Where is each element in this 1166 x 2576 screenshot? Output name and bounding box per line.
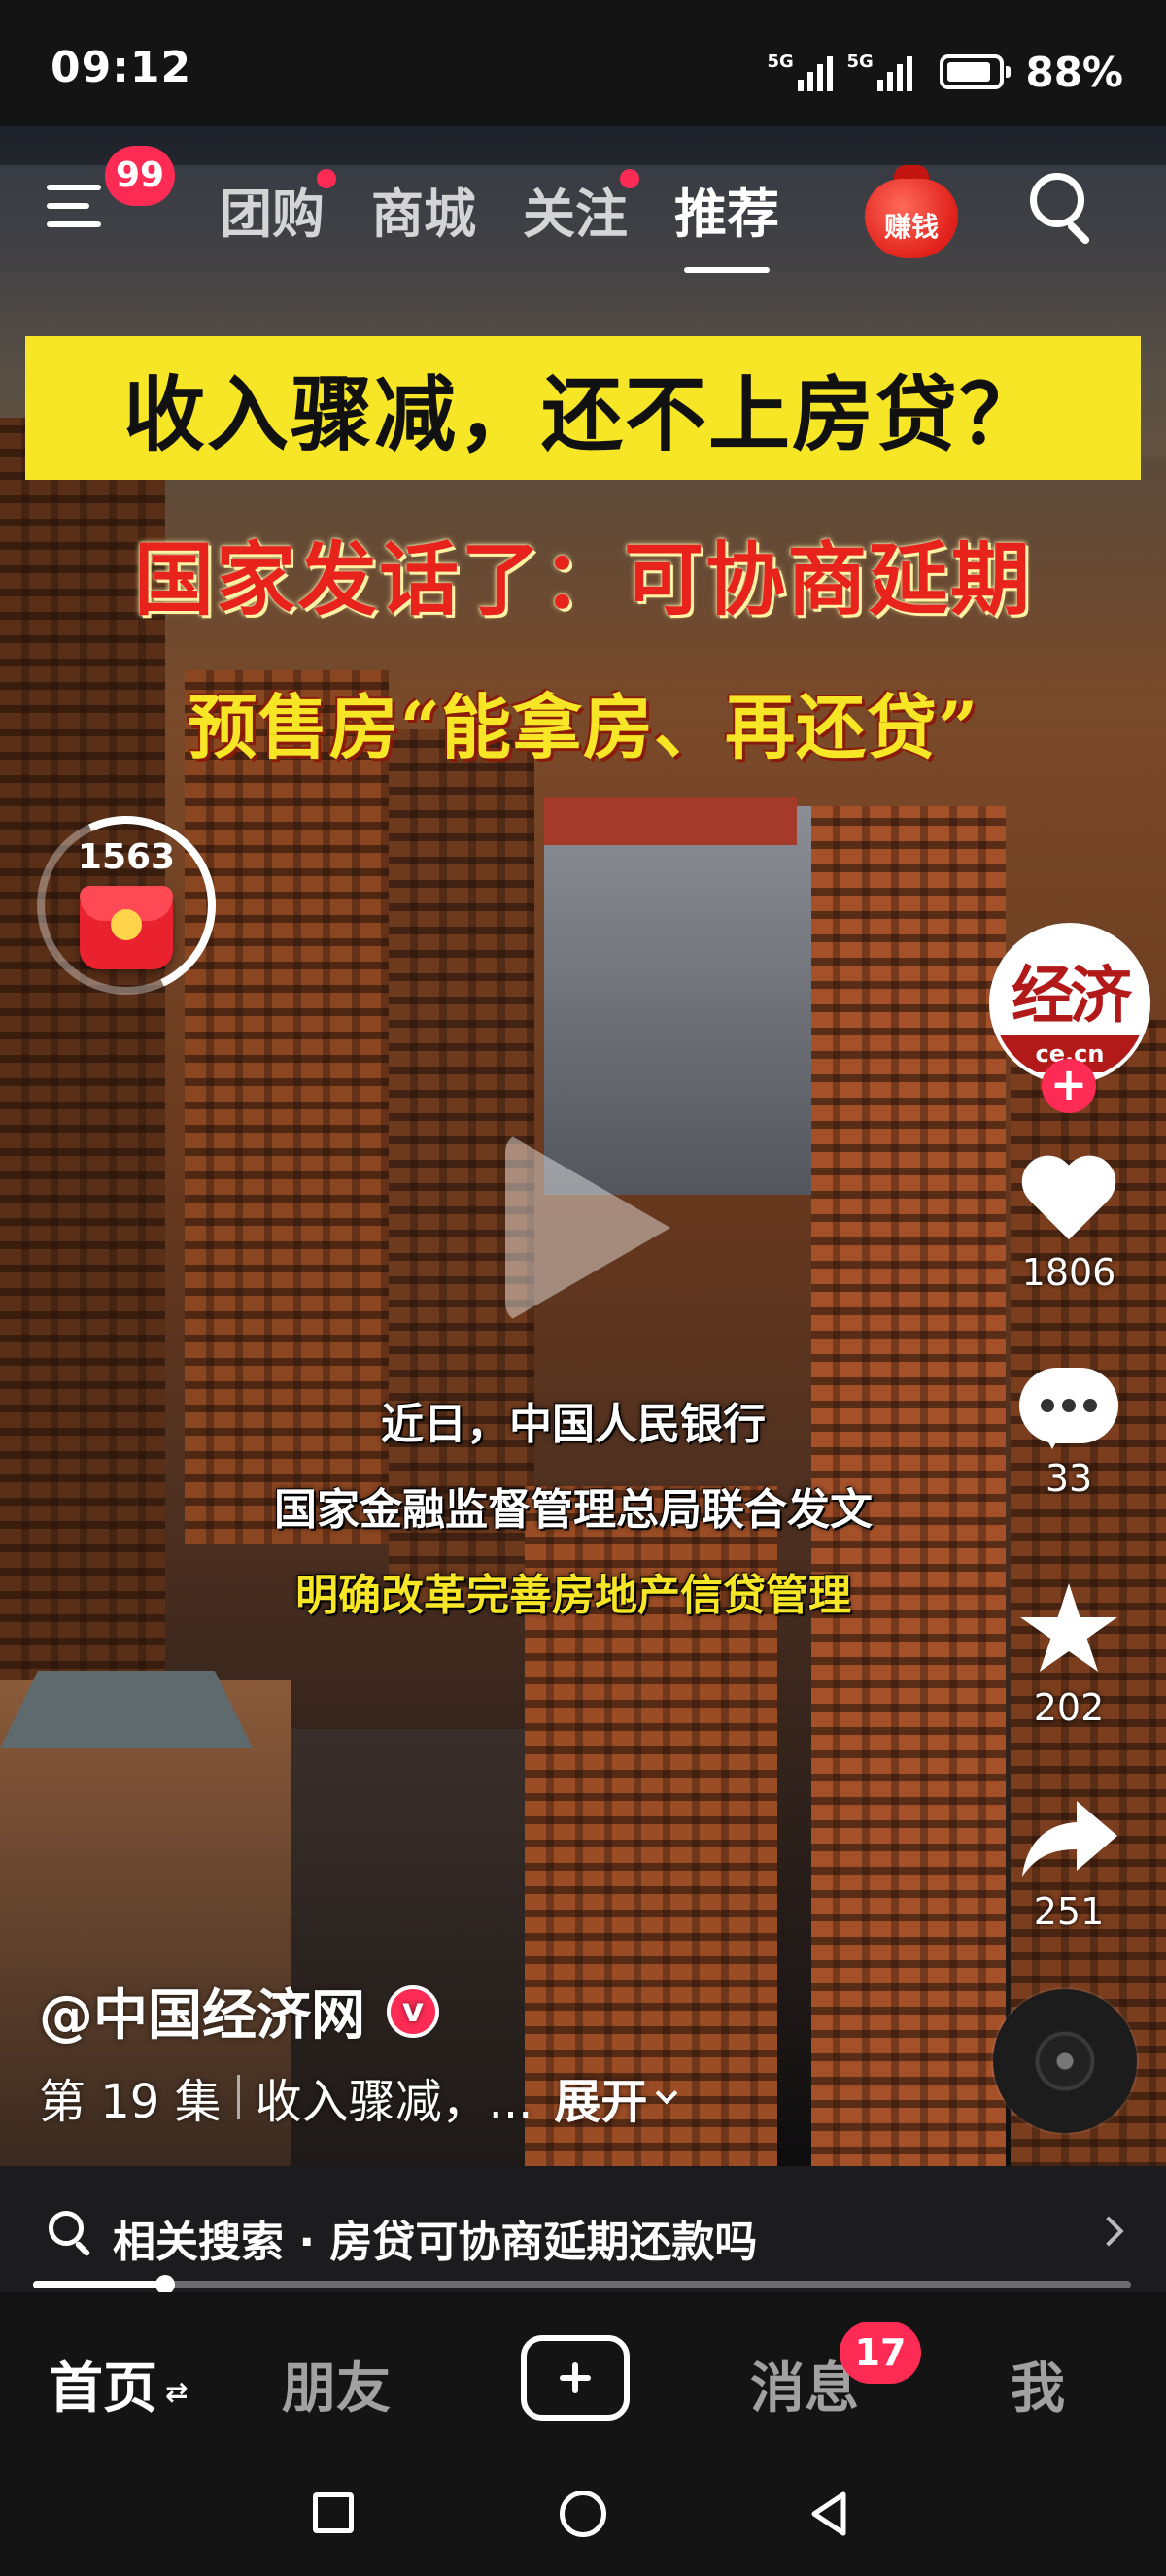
tab-label: 关注 xyxy=(523,184,628,245)
recent-apps-icon[interactable] xyxy=(313,2492,354,2533)
tab-friends-label: 朋友 xyxy=(282,2357,391,2421)
related-search-text: 相关搜索 · 房贷可协商延期还款吗 xyxy=(113,2218,758,2267)
favorite-button[interactable]: 202 xyxy=(981,1583,1156,1729)
messages-badge: 17 xyxy=(840,2322,921,2384)
signal-icon: 5G xyxy=(846,51,913,91)
status-time: 09:12 xyxy=(51,43,192,92)
expand-link[interactable]: 展开 xyxy=(554,2063,647,2131)
tab-home[interactable]: 首页 ⇄ xyxy=(49,2345,188,2423)
search-icon[interactable] xyxy=(1028,171,1098,249)
progress-handle[interactable] xyxy=(154,2275,175,2294)
battery-percent: 88% xyxy=(1025,48,1123,96)
system-nav-bar xyxy=(0,2467,1166,2576)
follow-plus-button[interactable]: + xyxy=(1042,1059,1096,1113)
signal-network-label: 5G xyxy=(846,51,874,72)
video-subhead-1: 国家发话了：可协商延期 xyxy=(133,533,1032,627)
search-icon xyxy=(49,2211,91,2257)
avatar-logo-text: 经济 xyxy=(1012,960,1132,1033)
share-button[interactable]: 251 xyxy=(981,1797,1156,1933)
star-icon xyxy=(1020,1583,1117,1672)
tab-label: 团购 xyxy=(220,184,325,245)
video-headline: 收入骤减，还不上房贷？ xyxy=(122,365,1043,462)
bottom-tab-bar: 首页 ⇄ 朋友 消息 17 我 xyxy=(0,2292,1166,2467)
status-icons: 5G 5G 88% xyxy=(767,43,1123,101)
divider xyxy=(236,2075,240,2119)
related-search-bar[interactable]: 相关搜索 · 房贷可协商延期还款吗 xyxy=(0,2166,1166,2292)
chevron-right-icon xyxy=(1093,2216,1124,2247)
tab-me-label: 我 xyxy=(1011,2357,1065,2421)
video-headline-banner: 收入骤减，还不上房贷？ xyxy=(25,336,1141,480)
heart-icon xyxy=(1020,1152,1117,1245)
progress-fill xyxy=(33,2281,165,2288)
red-packet-timer[interactable]: 1563 xyxy=(12,791,241,1020)
active-tab-indicator xyxy=(684,267,770,273)
tab-me[interactable]: 我 xyxy=(1011,2345,1065,2423)
tab-label: 商城 xyxy=(371,184,476,245)
author-row[interactable]: @中国经济网 v xyxy=(39,1972,439,2051)
share-count: 251 xyxy=(1033,1890,1105,1933)
notification-dot xyxy=(620,169,639,188)
video-description[interactable]: 第 19 集 收入骤减，... 展开 xyxy=(39,2063,678,2131)
status-bar: 09:12 5G 5G 88% xyxy=(0,0,1166,126)
comment-count: 33 xyxy=(1045,1457,1093,1500)
tab-following[interactable]: 关注 xyxy=(523,169,639,248)
back-icon[interactable] xyxy=(805,2489,855,2539)
music-disc-icon[interactable] xyxy=(993,1989,1137,2133)
author-name[interactable]: @中国经济网 xyxy=(39,1972,365,2051)
create-button[interactable] xyxy=(521,2335,630,2421)
tab-home-label: 首页 xyxy=(49,2357,157,2421)
video-subhead-2: 预售房“能拿房、再还贷” xyxy=(187,686,979,768)
menu-badge: 99 xyxy=(105,146,175,206)
tab-label: 推荐 xyxy=(674,184,779,245)
episode-label: 第 19 集 xyxy=(39,2075,222,2129)
tab-friends[interactable]: 朋友 xyxy=(282,2345,391,2423)
earn-label: 赚钱 xyxy=(883,211,939,243)
like-count: 1806 xyxy=(1021,1251,1116,1294)
play-icon[interactable] xyxy=(505,1133,670,1323)
battery-icon xyxy=(940,54,1012,89)
comment-button[interactable]: 33 xyxy=(981,1368,1156,1500)
like-button[interactable]: 1806 xyxy=(981,1152,1156,1294)
top-nav: 99 团购 商城 关注 推荐 赚钱 xyxy=(0,126,1166,273)
red-packet-count: 1563 xyxy=(77,837,176,877)
verified-badge-icon: v xyxy=(387,1984,439,2038)
signal-network-label: 5G xyxy=(767,51,794,72)
comment-icon xyxy=(1019,1368,1118,1451)
notification-dot xyxy=(317,169,336,188)
feed-tabs: 团购 商城 关注 推荐 xyxy=(220,169,779,273)
chevron-down-icon xyxy=(656,2082,678,2105)
home-icon[interactable] xyxy=(560,2491,606,2537)
description-text: 收入骤减，... xyxy=(255,2075,533,2129)
share-icon xyxy=(1022,1801,1117,1877)
menu-icon[interactable] xyxy=(47,185,109,243)
earn-money-button[interactable]: 赚钱 xyxy=(865,165,958,258)
tab-group-buy[interactable]: 团购 xyxy=(220,169,336,248)
video-progress-bar[interactable] xyxy=(33,2275,1131,2294)
tab-recommended[interactable]: 推荐 xyxy=(674,171,779,273)
tab-mall[interactable]: 商城 xyxy=(371,171,476,248)
favorite-count: 202 xyxy=(1033,1686,1105,1729)
signal-icon: 5G xyxy=(767,51,834,91)
swap-icon: ⇄ xyxy=(165,2376,189,2409)
